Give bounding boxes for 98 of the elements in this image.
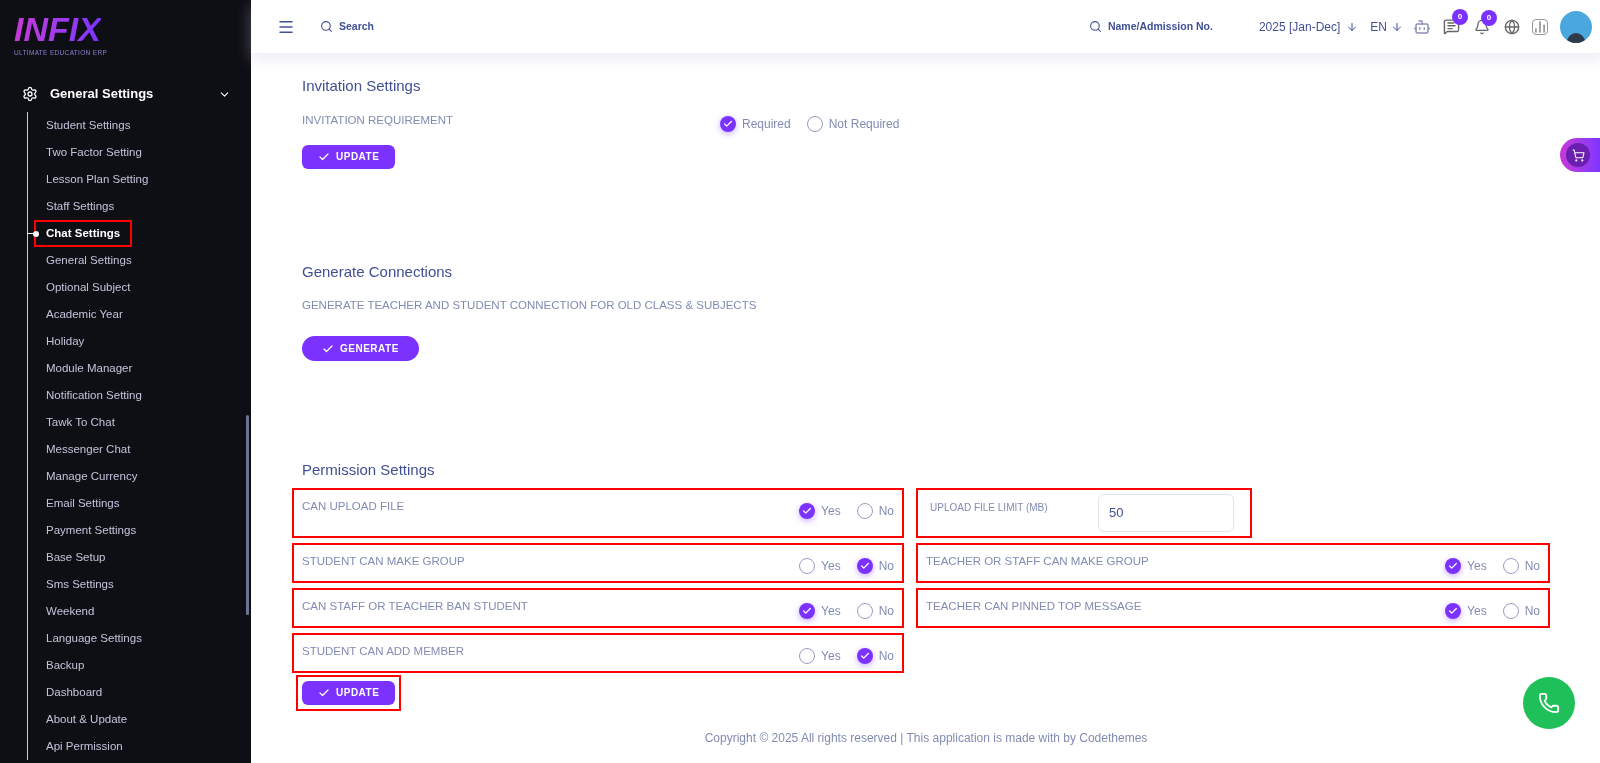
radio-button[interactable] <box>1445 557 1462 574</box>
radio-button[interactable] <box>856 602 873 619</box>
check-icon <box>723 118 733 129</box>
language-selector[interactable]: EN <box>1370 17 1387 36</box>
option-label: No <box>878 602 894 620</box>
sidebar-item[interactable]: Optional Subject <box>34 273 143 302</box>
sidebar-item[interactable]: Notification Setting <box>34 381 154 410</box>
sidebar-item[interactable]: Sms Settings <box>34 570 126 599</box>
globe-icon[interactable] <box>1504 18 1520 35</box>
setting-label: TEACHER OR STAFF CAN MAKE GROUP <box>926 553 1149 569</box>
radio-button[interactable] <box>856 502 873 519</box>
sidebar-item[interactable]: Tawk To Chat <box>34 408 127 437</box>
radio-button[interactable] <box>720 115 736 132</box>
section-title: Invitation Settings <box>302 76 422 96</box>
radio-button[interactable] <box>856 557 873 574</box>
sidebar-item[interactable]: Two Factor Setting <box>34 138 154 167</box>
sidebar-item[interactable]: Base Setup <box>34 543 118 572</box>
radio-button[interactable] <box>799 647 816 664</box>
setting-label: CAN STAFF OR TEACHER BAN STUDENT <box>302 598 528 614</box>
option-label: No <box>878 557 894 575</box>
arrow-down-icon[interactable] <box>1346 20 1359 33</box>
sidebar-item[interactable]: Chat Settings <box>34 219 133 248</box>
radio-button[interactable] <box>1445 602 1462 619</box>
setting-label: STUDENT CAN ADD MEMBER <box>302 643 465 659</box>
section-description: GENERATE TEACHER AND STUDENT CONNECTION FOR OLD CLASS & SUBJECTS <box>302 298 758 313</box>
sidebar-item[interactable]: Manage Currency <box>34 462 150 491</box>
section-title: Generate Connections <box>302 261 454 282</box>
option-label: Yes <box>821 502 841 520</box>
phone-icon <box>1538 692 1560 714</box>
option-label: No <box>1524 602 1540 620</box>
setting-label: STUDENT CAN MAKE GROUP <box>302 553 465 569</box>
scrollbar[interactable] <box>246 415 249 615</box>
sidebar-item[interactable]: About & Update <box>34 705 140 734</box>
avatar[interactable] <box>1560 10 1592 43</box>
sidebar-item[interactable]: Student Settings <box>34 111 143 140</box>
bell-icon[interactable] <box>1474 18 1490 35</box>
sidebar-item[interactable]: Module Manager <box>34 354 145 383</box>
option-label: Not Required <box>828 115 900 133</box>
cart-icon <box>1571 148 1585 162</box>
sidebar-item[interactable]: Api Permission <box>34 732 135 761</box>
sidebar-item[interactable]: Messenger Chat <box>34 435 143 464</box>
year-selector[interactable]: 2025 [Jan-Dec] <box>1258 17 1341 36</box>
sidebar-item[interactable]: Email Settings <box>34 489 132 518</box>
sidebar-item[interactable]: Lesson Plan Setting <box>34 165 161 194</box>
arrow-down-icon[interactable] <box>1391 20 1403 33</box>
sidebar-item[interactable]: General Settings <box>34 246 144 275</box>
option-label: No <box>878 647 894 665</box>
sidebar-item[interactable]: Staff Settings <box>34 192 127 221</box>
option-label: Yes <box>1467 602 1487 620</box>
option-label: No <box>1524 557 1540 575</box>
settings-icon <box>22 86 38 102</box>
search-icon[interactable] <box>1088 20 1102 33</box>
radio-button[interactable] <box>856 647 873 664</box>
sidebar-item[interactable]: Holiday <box>34 327 97 356</box>
search-field[interactable]: Search <box>339 18 375 35</box>
update-button[interactable]: UPDATE <box>302 680 396 705</box>
check-icon <box>1448 605 1459 616</box>
cart-button[interactable] <box>1560 138 1600 172</box>
setting-label: UPLOAD FILE LIMIT (MB) <box>930 500 1049 515</box>
option-label: Yes <box>821 602 841 620</box>
footer-text: Copyright © 2025 All rights reserved | This application is made with by Codethemes <box>703 730 1149 747</box>
setting-label: CAN UPLOAD FILE <box>302 498 405 514</box>
setting-label: TEACHER CAN PINNED TOP MESSAGE <box>926 598 1142 614</box>
radio-button[interactable] <box>799 557 816 574</box>
check-icon <box>859 560 870 571</box>
generate-button[interactable]: GENERATE <box>302 336 419 362</box>
sidebar-item[interactable]: Language Settings <box>34 624 154 653</box>
update-button[interactable]: UPDATE <box>302 144 396 169</box>
section-title: Permission Settings <box>302 460 436 481</box>
option-label: No <box>878 502 894 520</box>
sidebar-item[interactable]: Payment Settings <box>34 516 149 545</box>
check-icon <box>859 650 870 661</box>
search-icon[interactable] <box>320 20 333 33</box>
group-label[interactable]: General Settings <box>50 84 218 104</box>
option-label: Yes <box>821 647 841 665</box>
check-icon <box>1448 560 1459 571</box>
student-search-field[interactable]: Name/Admission No. <box>1107 18 1213 35</box>
option-label: Yes <box>821 557 841 575</box>
option-label: Required <box>742 115 791 133</box>
radio-button[interactable] <box>1502 602 1519 619</box>
setting-label: INVITATION REQUIREMENT <box>302 112 454 128</box>
radio-button[interactable] <box>806 115 823 132</box>
robot-icon[interactable] <box>1413 17 1431 36</box>
limit-field[interactable]: 50 <box>1098 493 1234 532</box>
sidebar-item[interactable]: Backup <box>34 651 97 680</box>
radio-button[interactable] <box>799 602 816 619</box>
option-label: Yes <box>1467 557 1487 575</box>
sidebar-item[interactable]: Academic Year <box>34 300 135 329</box>
sidebar-item[interactable]: Weekend <box>34 597 107 626</box>
sidebar-item[interactable]: Dashboard <box>34 678 115 707</box>
radio-button[interactable] <box>799 502 816 519</box>
chat-icon[interactable] <box>1443 18 1460 35</box>
notification-count-badge: 0 <box>1481 9 1497 26</box>
message-count-badge: 0 <box>1452 9 1468 25</box>
check-icon <box>802 605 813 616</box>
chart-icon[interactable] <box>1532 18 1548 35</box>
radio-button[interactable] <box>1502 557 1519 574</box>
check-icon <box>802 505 813 516</box>
